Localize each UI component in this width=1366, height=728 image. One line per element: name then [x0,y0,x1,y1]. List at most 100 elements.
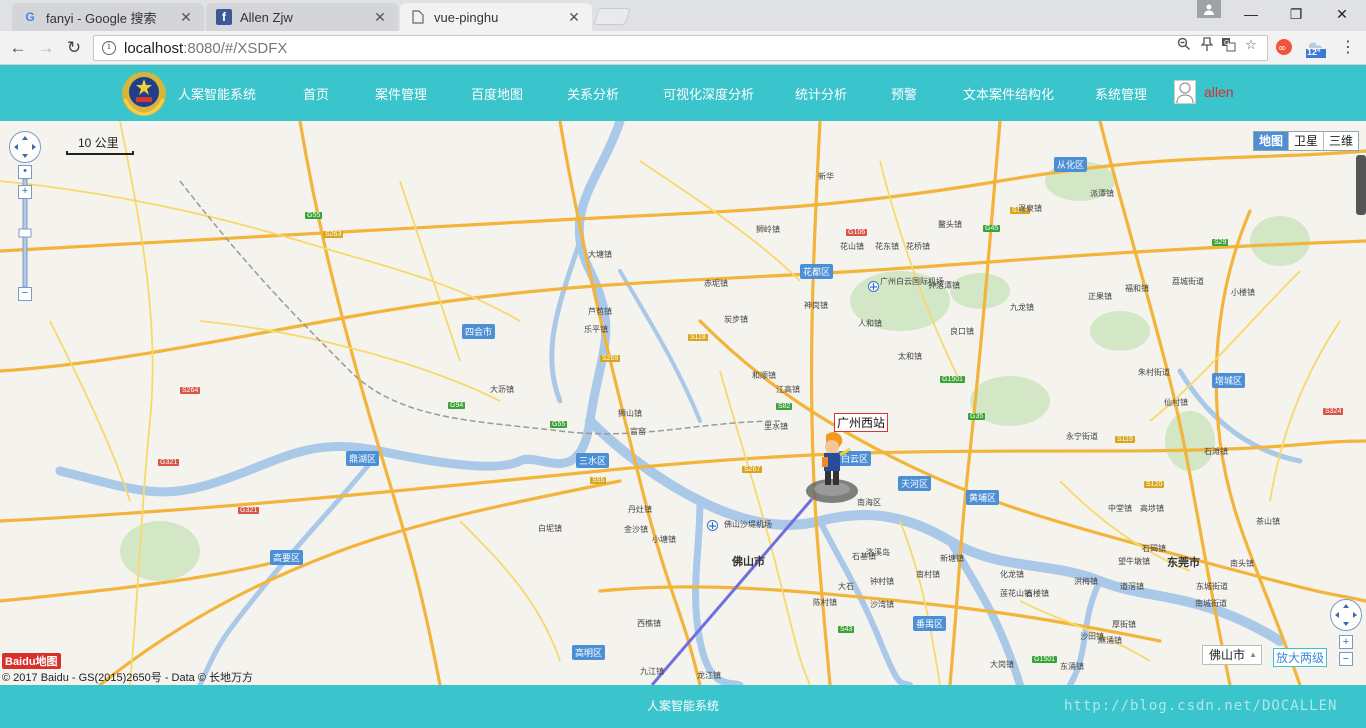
zoom-out-button[interactable]: − [18,287,32,301]
place-label: 良口镇 [950,327,974,336]
road-tag: S264 [180,387,201,394]
weather-badge: 12° [1307,47,1321,57]
place-label: 东城街道 [1196,582,1228,591]
road-tag: S82 [776,403,793,410]
translate-icon[interactable]: G [1220,37,1236,53]
place-label: 南头镇 [1230,559,1254,568]
avatar[interactable] [1174,80,1196,104]
place-label: 小塘镇 [652,535,676,544]
close-icon[interactable]: ✕ [178,9,194,25]
minimize-icon[interactable]: — [1228,0,1274,28]
back-icon[interactable]: ← [6,36,30,60]
nav-case-management[interactable]: 案件管理 [375,84,427,103]
nav-home[interactable]: 首页 [303,84,329,103]
map-type-switch: 地图 卫星 三维 [1253,131,1360,151]
place-label: 里水镇 [764,422,788,431]
place-label: 人和镇 [858,319,882,328]
tab-facebook[interactable]: f Allen Zjw ✕ [206,3,398,31]
road-tag: G55 [550,421,568,428]
place-label: 仙村镇 [1164,398,1188,407]
place-label: 钟村镇 [870,577,894,586]
browser-menu-icon[interactable]: ⋮ [1340,38,1356,58]
zoom-in-button-right[interactable]: + [1339,635,1353,649]
place-label: 丹灶镇 [628,505,652,514]
map-type-3d[interactable]: 三维 [1324,132,1358,150]
place-label: 洪梅镇 [1074,577,1098,586]
map-type-satellite[interactable]: 卫星 [1289,132,1325,150]
place-label: 花东镇 [875,242,899,251]
zoom-two-levels-button[interactable]: 放大两级 [1273,648,1328,667]
pin-icon[interactable] [1199,37,1215,53]
nav-visual-analysis[interactable]: 可视化深度分析 [663,84,754,103]
google-icon: G [25,10,35,24]
new-tab-button[interactable] [593,8,631,25]
watermark: http://blog.csdn.net/DOCALLEN [1064,698,1338,714]
baidu-logo: Baidu地图 [2,653,61,669]
place-label: 和顺镇 [752,371,776,380]
district-label: 番禺区 [913,616,947,631]
police-emblem-icon [122,72,166,116]
character-marker-icon[interactable] [804,429,860,505]
infinity-extension-icon[interactable]: ∞ [1275,38,1293,56]
reload-icon[interactable]: ↻ [62,36,86,60]
place-label: 芦苞镇 [588,307,612,316]
zoom-in-button[interactable]: • [18,165,32,179]
place-label: 龙江镇 [697,671,721,680]
nav-system-management[interactable]: 系统管理 [1095,84,1147,103]
tab-title: Allen Zjw [240,9,293,25]
nav-statistics[interactable]: 统计分析 [795,84,847,103]
weather-extension-icon[interactable]: 12° [1305,38,1327,58]
zoom-out-button-right[interactable]: − [1339,652,1353,666]
place-label: 佛山沙堤机场 [724,520,772,529]
place-label: 南海区 [857,498,881,507]
nav-relation-analysis[interactable]: 关系分析 [567,84,619,103]
map-type-map[interactable]: 地图 [1254,132,1290,150]
close-icon[interactable]: ✕ [566,9,582,25]
district-label: 黄埔区 [966,490,1000,505]
nav-warning[interactable]: 预警 [891,84,917,103]
zoom-magnifier-icon[interactable] [1176,37,1192,53]
scale-bar [66,151,134,155]
maximize-icon[interactable]: ❐ [1273,0,1319,28]
forward-icon[interactable]: → [34,36,58,60]
bookmark-star-icon[interactable]: ☆ [1243,37,1259,53]
place-label: 花桥镇 [906,242,930,251]
district-label: 四会市 [462,324,496,339]
baidu-map[interactable]: 花都区 从化区 四会市 三水区 鼎湖区 白云区 天河区 黄埔区 增城区 高要区 … [0,121,1366,685]
profile-icon[interactable] [1197,0,1221,18]
road-tag: G94 [448,402,466,409]
tab-google-search[interactable]: G fanyi - Google 搜索 ✕ [12,3,204,31]
close-icon[interactable]: ✕ [372,9,388,25]
map-pan-control-right[interactable] [1330,599,1362,631]
zoom-in-button[interactable]: + [18,185,32,199]
map-right-handle[interactable] [1356,155,1366,215]
browser-tab-bar: G fanyi - Google 搜索 ✕ f Allen Zjw ✕ vue-… [0,0,1366,31]
place-label: 狮岭镇 [756,225,780,234]
app-title[interactable]: 人案智能系统 [178,84,256,103]
address-bar[interactable]: i localhost:8080/#/XSDFX [93,35,1268,61]
window-close-icon[interactable]: ✕ [1319,0,1365,28]
road-tag: S43 [838,626,855,633]
info-icon[interactable]: i [102,41,116,55]
road-tag: G321 [238,507,260,514]
road-tag: G45 [983,225,1001,232]
city-label: 佛山市 [732,556,765,568]
road-tag: S267 [742,466,763,473]
browser-toolbar: ← → ↻ i localhost:8080/#/XSDFX G ☆ ∞ 12°… [0,31,1366,65]
place-label: 新塘镇 [940,554,964,563]
road-tag: G55 [305,212,323,219]
road-tag: S55 [590,477,607,484]
place-label: 大塘镇 [588,250,612,259]
nav-baidu-map[interactable]: 百度地图 [471,84,523,103]
map-zoom-slider[interactable]: • + − [18,165,32,301]
airport-icon [868,281,879,292]
tab-vue-pinghu[interactable]: vue-pinghu ✕ [400,3,592,31]
place-label: 道滘镇 [1120,582,1144,591]
city-select[interactable]: 佛山市 ▲ [1202,645,1262,665]
place-label: 温泉镇 [1018,204,1042,213]
map-pan-control[interactable] [9,131,41,163]
username[interactable]: allen [1204,84,1234,100]
place-label: 炭步镇 [724,315,748,324]
place-label: 花山镇 [840,242,864,251]
nav-text-structuring[interactable]: 文本案件结构化 [963,84,1054,103]
